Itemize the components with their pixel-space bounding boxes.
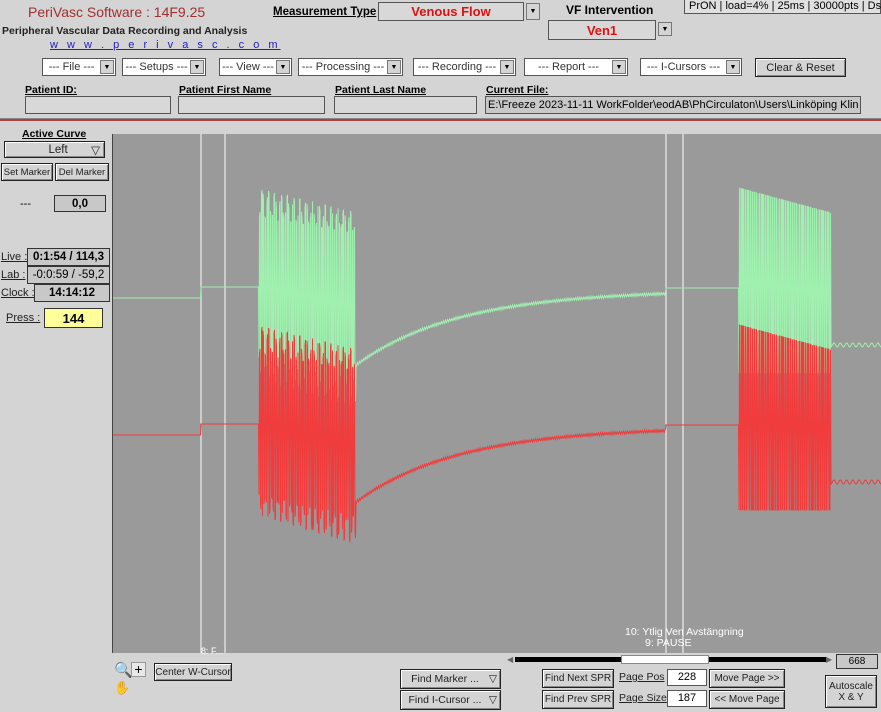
trace-red xyxy=(113,324,881,543)
clear-reset-button[interactable]: Clear & Reset xyxy=(755,58,846,77)
menu-label: --- Report --- xyxy=(537,61,600,73)
signal-plot[interactable]: 10: Ytlig Ven Avstängning 9: PAUSE 8: F.… xyxy=(112,134,881,656)
menu-setups[interactable]: --- Setups --- ▼ xyxy=(122,58,206,76)
hand-pan-icon[interactable]: ✋ xyxy=(114,680,130,696)
chevron-down-icon: ▽ xyxy=(488,694,497,706)
lab-label: Lab : xyxy=(1,269,26,281)
chevron-down-icon: ▼ xyxy=(612,60,626,74)
clock-label: Clock : xyxy=(1,287,35,299)
scroll-left-icon[interactable]: ◀ xyxy=(507,655,513,664)
measurement-type-label: Measurement Type xyxy=(273,6,377,18)
menu-label: --- View --- xyxy=(222,61,274,73)
move-page-prev-button[interactable]: << Move Page xyxy=(709,690,785,709)
marker-annotation: 9: PAUSE xyxy=(645,637,692,649)
find-icursor-label: Find I-Cursor ... xyxy=(408,694,482,706)
zoom-icon[interactable]: 🔍 xyxy=(114,661,133,679)
menu-report[interactable]: --- Report --- ▼ xyxy=(524,58,628,76)
center-cursor-button[interactable]: Center W-Cursor xyxy=(154,663,232,681)
menu-view[interactable]: --- View --- ▼ xyxy=(219,58,292,76)
chevron-down-icon: ▽ xyxy=(488,673,497,685)
chevron-down-icon[interactable]: ▼ xyxy=(658,22,672,36)
marker-name: --- xyxy=(20,198,31,210)
find-marker-label: Find Marker ... xyxy=(411,673,479,685)
chevron-down-icon: ▽ xyxy=(91,144,100,157)
menu-recording[interactable]: --- Recording --- ▼ xyxy=(413,58,516,76)
scroll-right-icon[interactable]: ▶ xyxy=(826,655,832,664)
move-page-next-button[interactable]: Move Page >> xyxy=(709,669,785,688)
press-label: Press : xyxy=(6,312,41,324)
page-pos-label: Page Pos xyxy=(619,671,665,683)
menu-label: --- File --- xyxy=(48,61,95,73)
menu-label: --- Processing --- xyxy=(301,61,385,73)
status-bar: PrON | load=4% | 25ms | 30000pts | DsON xyxy=(684,0,881,14)
page-size-input[interactable]: 187 xyxy=(667,690,707,707)
app-subtitle: Peripheral Vascular Data Recording and A… xyxy=(2,25,248,37)
menu-icursors[interactable]: --- I-Cursors --- ▼ xyxy=(640,58,742,76)
patient-id-label: Patient ID: xyxy=(25,84,77,96)
patient-first-name-label: Patient First Name xyxy=(179,84,272,96)
patient-last-name-field[interactable] xyxy=(334,96,477,114)
clock-value: 14:14:12 xyxy=(34,284,110,302)
patient-last-name-label: Patient Last Name xyxy=(335,84,427,96)
scroll-max-value: 668 xyxy=(836,654,878,669)
patient-id-field[interactable] xyxy=(25,96,171,114)
current-file-field[interactable]: E:\Freeze 2023-11-11 WorkFolder\eodAB\Ph… xyxy=(485,96,861,114)
crosshair-icon[interactable]: + xyxy=(131,662,146,677)
signal-plot-svg xyxy=(113,134,881,653)
divider xyxy=(0,118,881,121)
set-marker-button[interactable]: Set Marker xyxy=(1,163,53,181)
live-value: 0:1:54 / 114,3 xyxy=(27,248,110,266)
chevron-down-icon[interactable]: ▼ xyxy=(526,3,540,20)
vf-intervention-select[interactable]: Ven1 xyxy=(548,20,656,40)
chevron-down-icon: ▼ xyxy=(387,60,401,74)
active-curve-label: Active Curve xyxy=(22,128,87,140)
vf-intervention-label: VF Intervention xyxy=(566,3,654,17)
autoscale-button[interactable]: Autoscale X & Y xyxy=(825,675,877,708)
marker-annotation: 8: F... xyxy=(201,646,224,656)
active-curve-value: Left xyxy=(48,143,68,156)
app-title: PeriVasc Software : 14F9.25 xyxy=(28,4,206,20)
measurement-type-select[interactable]: Venous Flow xyxy=(378,2,524,21)
page-scrollbar[interactable]: ◀ ▶ xyxy=(507,655,832,664)
page-size-label: Page Size xyxy=(619,692,667,704)
live-label: Live : xyxy=(1,251,28,263)
chevron-down-icon: ▼ xyxy=(726,60,740,74)
del-marker-button[interactable]: Del Marker xyxy=(55,163,109,181)
menu-label: --- Recording --- xyxy=(417,61,497,73)
current-file-label: Current File: xyxy=(486,84,549,96)
lab-value: -0:0:59 / -59,2 xyxy=(27,266,110,284)
menu-processing[interactable]: --- Processing --- ▼ xyxy=(298,58,403,76)
website-link[interactable]: w w w . p e r i v a s c . c o m xyxy=(50,39,281,51)
active-curve-select[interactable]: Left ▽ xyxy=(4,141,105,158)
press-value: 144 xyxy=(44,308,103,328)
chevron-down-icon: ▼ xyxy=(100,60,114,74)
find-icursor-select[interactable]: Find I-Cursor ... ▽ xyxy=(400,690,501,710)
patient-first-name-field[interactable] xyxy=(178,96,325,114)
find-prev-spr-button[interactable]: Find Prev SPR xyxy=(542,690,614,709)
menu-label: --- I-Cursors --- xyxy=(646,61,721,73)
menu-file[interactable]: --- File --- ▼ xyxy=(42,58,116,76)
chevron-down-icon: ▼ xyxy=(190,60,204,74)
marker-value: 0,0 xyxy=(54,195,106,212)
chevron-down-icon: ▼ xyxy=(276,60,290,74)
chevron-down-icon: ▼ xyxy=(500,60,514,74)
scrollbar-thumb[interactable] xyxy=(621,655,709,664)
page-pos-input[interactable]: 228 xyxy=(667,669,707,686)
menu-label: --- Setups --- xyxy=(125,61,188,73)
find-marker-select[interactable]: Find Marker ... ▽ xyxy=(400,669,501,689)
find-next-spr-button[interactable]: Find Next SPR xyxy=(542,669,614,688)
